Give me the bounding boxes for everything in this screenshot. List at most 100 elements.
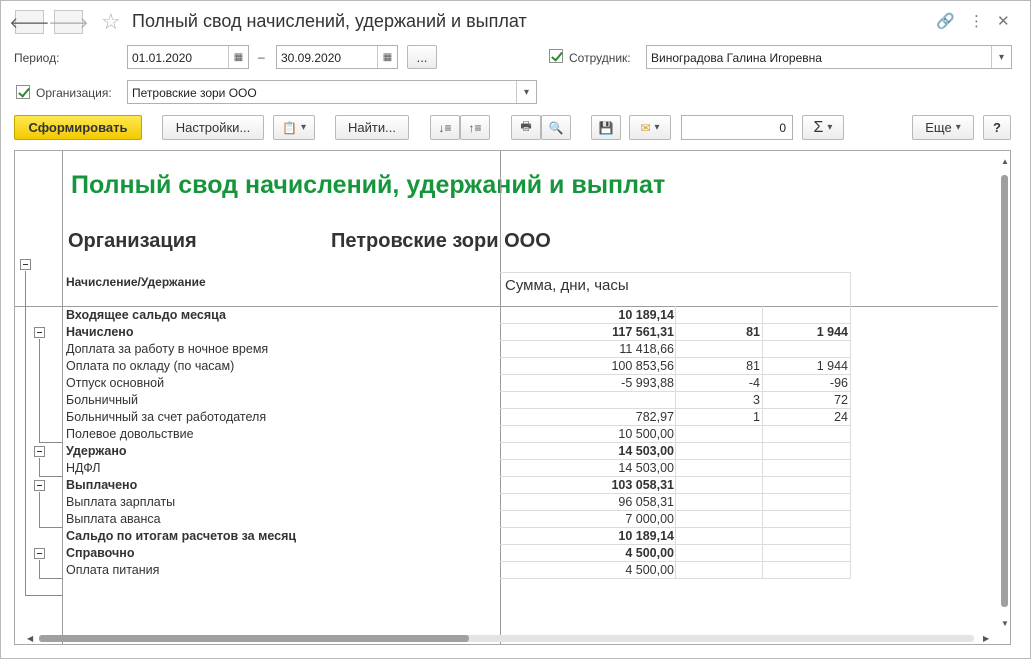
- table-row[interactable]: Удержано 14 503,00: [15, 443, 915, 460]
- save-button[interactable]: 💾: [591, 115, 621, 140]
- table-row[interactable]: Больничный 3 72: [15, 392, 915, 409]
- collapse-toggle-accrued[interactable]: [34, 327, 45, 338]
- scroll-left-icon[interactable]: ◀: [27, 634, 33, 643]
- table-row[interactable]: Справочно 4 500,00: [15, 545, 915, 562]
- row-name-cell: Справочно: [66, 546, 135, 560]
- table-row[interactable]: Выплата аванса 7 000,00: [15, 511, 915, 528]
- column-header-accrual: Начисление/Удержание: [66, 275, 206, 289]
- generate-button[interactable]: Сформировать: [14, 115, 142, 140]
- table-row[interactable]: НДФЛ 14 503,00: [15, 460, 915, 477]
- link-icon[interactable]: 🔗: [936, 12, 955, 30]
- table-row[interactable]: Оплата питания 4 500,00: [15, 562, 915, 579]
- row-name-cell: Входящее сальдо месяца: [66, 308, 226, 322]
- more-vertical-icon[interactable]: ⋮: [969, 12, 984, 30]
- report-area[interactable]: Полный свод начислений, удержаний и выпл…: [14, 150, 1011, 645]
- collapse-toggle-paid[interactable]: [34, 480, 45, 491]
- chevron-down-icon[interactable]: ▾: [991, 46, 1011, 68]
- collapse-toggle-reference[interactable]: [34, 548, 45, 559]
- calendar-icon[interactable]: ▦: [377, 46, 397, 68]
- row-name-cell: Оплата питания: [66, 563, 160, 577]
- print-preview-icon: 🔍: [548, 120, 564, 135]
- table-row[interactable]: Оплата по окладу (по часам) 100 853,56 81 1…: [15, 358, 915, 375]
- row-days-cell: 3: [753, 393, 760, 407]
- calendar-icon[interactable]: ▦: [228, 46, 248, 68]
- vertical-scroll-thumb[interactable]: [1001, 175, 1008, 607]
- sort-descending-button[interactable]: ↑≡: [460, 115, 490, 140]
- row-name-cell: Полевое довольствие: [66, 427, 194, 441]
- back-arrow-icon: 🡐: [9, 14, 50, 32]
- variants-button[interactable]: 📋: [273, 115, 315, 140]
- collapse-all-toggle[interactable]: [20, 259, 31, 270]
- row-days-cell: 81: [746, 325, 760, 339]
- report-variants-icon: 📋: [282, 120, 297, 135]
- org-value: Петровские зори ООО: [132, 86, 257, 100]
- report-title: Полный свод начислений, удержаний и выпл…: [71, 171, 666, 199]
- row-sum-cell: 11 418,66: [619, 342, 674, 356]
- row-days-cell: 1: [753, 410, 760, 424]
- table-row[interactable]: Полевое довольствие 10 500,00: [15, 426, 915, 443]
- row-name-cell: Выплата зарплаты: [66, 495, 176, 509]
- org-checkbox[interactable]: [16, 85, 30, 99]
- period-select-button[interactable]: ...: [407, 45, 437, 69]
- table-row[interactable]: Выплачено 103 058,31: [15, 477, 915, 494]
- print-button[interactable]: 🖶: [511, 115, 541, 140]
- chevron-down-icon[interactable]: ▾: [516, 81, 536, 103]
- collapse-toggle-withheld[interactable]: [34, 446, 45, 457]
- help-button[interactable]: ?: [983, 115, 1011, 140]
- sum-mode-button[interactable]: Σ: [802, 115, 844, 140]
- table-row[interactable]: Входящее сальдо месяца 10 189,14: [15, 307, 915, 324]
- printer-icon: 🖶: [520, 119, 532, 133]
- employee-checkbox[interactable]: [549, 49, 563, 63]
- row-sum-cell: 4 500,00: [625, 563, 674, 577]
- row-sum-cell: 782,97: [635, 410, 674, 424]
- settings-button[interactable]: Настройки...: [162, 115, 264, 140]
- row-sum-cell: 4 500,00: [625, 546, 674, 560]
- row-name-cell: Удержано: [66, 444, 127, 458]
- find-button[interactable]: Найти...: [335, 115, 409, 140]
- table-row[interactable]: Выплата зарплаты 96 058,31: [15, 494, 915, 511]
- row-sum-cell: 10 189,14: [618, 529, 674, 543]
- row-sum-cell: 103 058,31: [611, 478, 674, 492]
- forward-button[interactable]: 🡒: [48, 10, 89, 34]
- row-sum-cell: -5 993,88: [621, 376, 674, 390]
- sum-field[interactable]: 0: [681, 115, 793, 140]
- date-to-field[interactable]: 30.09.2020 ▦: [276, 45, 398, 69]
- row-sum-cell: 100 853,56: [611, 359, 674, 373]
- preview-button[interactable]: 🔍: [541, 115, 571, 140]
- scroll-down-icon[interactable]: ▼: [1001, 619, 1009, 628]
- row-name-cell: Больничный за счет работодателя: [66, 410, 267, 424]
- org-field[interactable]: Петровские зори ООО ▾: [127, 80, 537, 104]
- row-days-cell: 81: [746, 359, 760, 373]
- employee-field[interactable]: Виноградова Галина Игоревна ▾: [646, 45, 1012, 69]
- back-button[interactable]: 🡐: [9, 10, 50, 34]
- row-name-cell: Оплата по окладу (по часам): [66, 359, 235, 373]
- sort-ascending-button[interactable]: ↓≡: [430, 115, 460, 140]
- table-row[interactable]: Доплата за работу в ночное время 11 418,6…: [15, 341, 915, 358]
- star-icon[interactable]: ☆: [101, 9, 121, 35]
- sum-value: 0: [779, 121, 786, 135]
- table-row[interactable]: Отпуск основной -5 993,88 -4 -96: [15, 375, 915, 392]
- row-name-cell: Сальдо по итогам расчетов за месяц: [66, 529, 297, 543]
- send-email-button[interactable]: ✉: [629, 115, 671, 140]
- sort-descending-icon: ↑≡: [468, 120, 482, 135]
- date-dash: –: [258, 50, 265, 64]
- table-row[interactable]: Сальдо по итогам расчетов за месяц 10 189…: [15, 528, 915, 545]
- row-name-cell: Больничный: [66, 393, 138, 407]
- report-window: 🡐 🡒 ☆ Полный свод начислений, удержаний …: [0, 0, 1031, 659]
- row-sum-cell: 96 058,31: [618, 495, 674, 509]
- more-button[interactable]: Еще: [912, 115, 974, 140]
- scroll-right-icon[interactable]: ▶: [983, 634, 989, 643]
- row-hours-cell: 72: [834, 393, 848, 407]
- table-row[interactable]: Начислено 117 561,31 81 1 944: [15, 324, 915, 341]
- table-row[interactable]: Больничный за счет работодателя 782,97 1 24: [15, 409, 915, 426]
- close-icon[interactable]: ✕: [997, 12, 1010, 30]
- report-org-label: Организация: [68, 230, 197, 252]
- sigma-icon: Σ: [813, 118, 824, 136]
- forward-arrow-icon: 🡒: [48, 14, 89, 32]
- date-from-field[interactable]: 01.01.2020 ▦: [127, 45, 249, 69]
- date-to-value: 30.09.2020: [281, 51, 342, 65]
- row-days-cell: -4: [748, 376, 760, 390]
- scroll-up-icon[interactable]: ▲: [1001, 157, 1009, 166]
- horizontal-scroll-thumb[interactable]: [39, 635, 469, 642]
- row-name-cell: Выплачено: [66, 478, 138, 492]
